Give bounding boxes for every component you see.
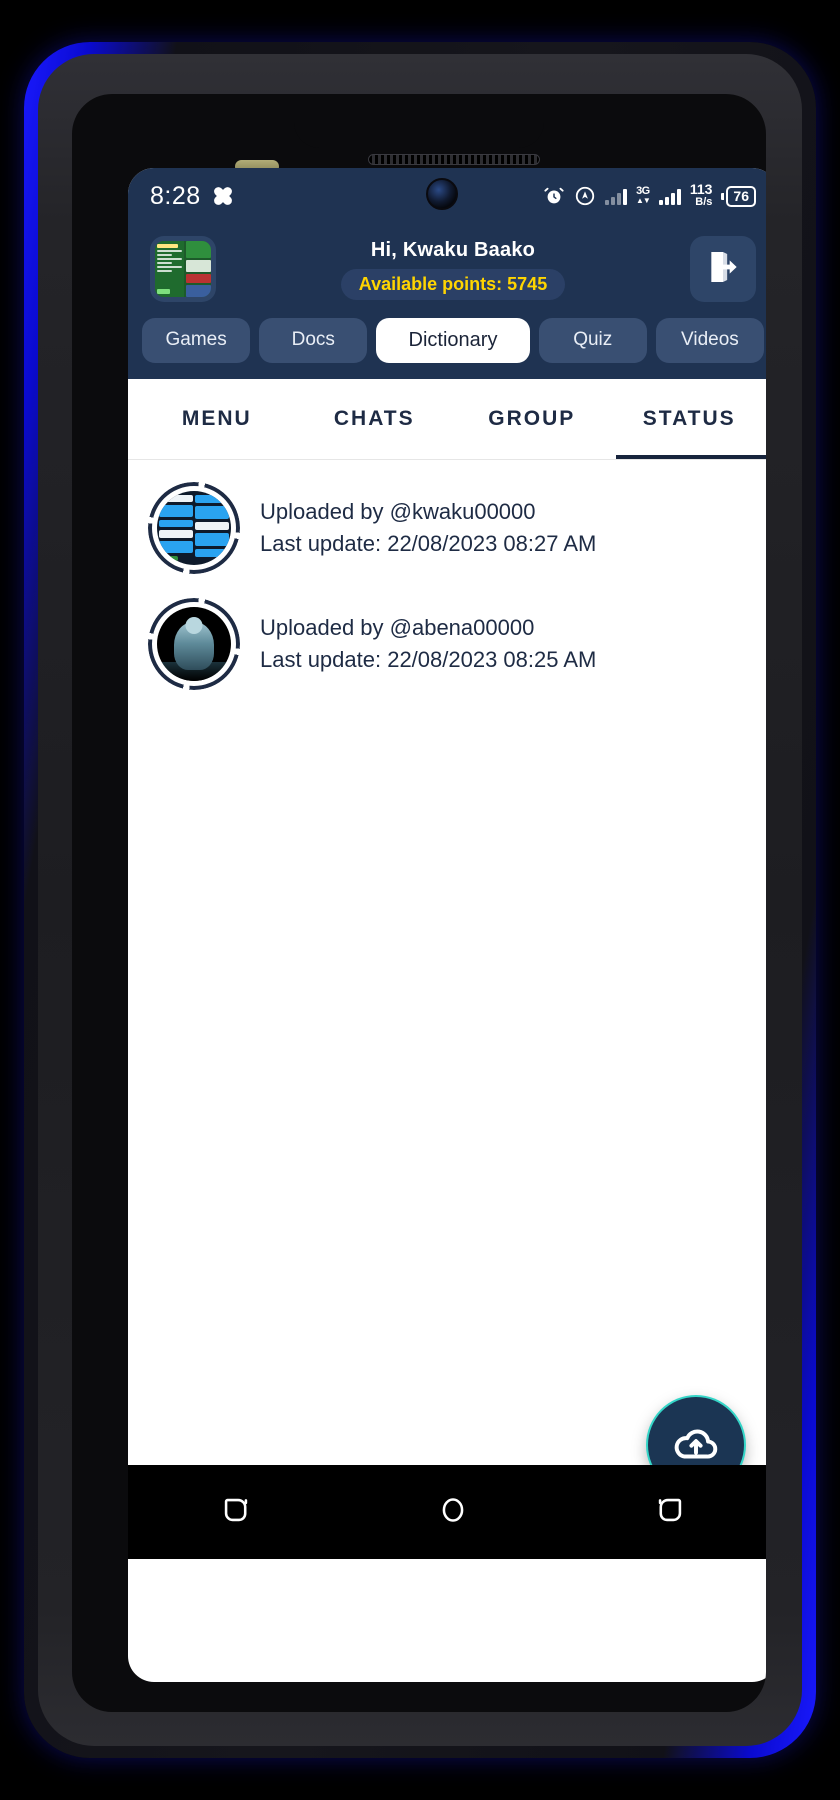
network-speed: 113 B/s <box>689 181 713 209</box>
category-chip-row: Games Docs Dictionary Quiz Videos <box>128 308 766 379</box>
home-icon <box>436 1493 470 1532</box>
tab-chats[interactable]: CHATS <box>296 407 454 431</box>
back-button[interactable] <box>642 1484 698 1540</box>
app-header: Hi, Kwaku Baako Available points: 5745 <box>128 224 766 308</box>
network-type-indicator: 3G ▲▼ <box>635 185 651 206</box>
phone-bezel: 8:28 3G ▲▼ 113 B/s 76 Hi, Kwaku Baako Av… <box>72 94 766 1712</box>
signal-bars-icon-2 <box>658 188 681 205</box>
list-item-text: Uploaded by @kwaku00000 Last update: 22/… <box>260 496 596 560</box>
battery-indicator: 76 <box>721 185 756 207</box>
bandage-icon <box>210 183 236 209</box>
greeting-text: Hi, Kwaku Baako <box>370 238 536 261</box>
list-item[interactable]: Uploaded by @kwaku00000 Last update: 22/… <box>128 470 766 586</box>
uploaded-by-label: Uploaded by @kwaku00000 <box>260 499 536 525</box>
last-update-label: Last update: 22/08/2023 08:27 AM <box>260 531 597 556</box>
signal-bars-icon <box>604 188 627 205</box>
figure-avatar <box>157 607 231 681</box>
battery-nub <box>721 192 725 200</box>
logout-button[interactable] <box>690 236 756 302</box>
phone-device-frame: 8:28 3G ▲▼ 113 B/s 76 Hi, Kwaku Baako Av… <box>24 42 816 1758</box>
uploaded-by-label: Uploaded by @abena00000 <box>260 615 535 641</box>
active-tab-underline <box>616 455 766 459</box>
location-icon <box>574 185 596 207</box>
earpiece-speaker <box>368 154 540 165</box>
battery-level: 76 <box>726 185 756 207</box>
tab-group[interactable]: GROUP <box>453 407 611 431</box>
recents-button[interactable] <box>208 1484 264 1540</box>
front-camera <box>426 178 458 210</box>
alarm-icon <box>543 185 565 207</box>
list-item-text: Uploaded by @abena00000 Last update: 22/… <box>260 612 596 676</box>
network-arrows: ▲▼ <box>635 196 651 205</box>
back-icon <box>653 1493 687 1532</box>
category-chip-videos[interactable]: Videos <box>655 318 765 363</box>
status-bar-left-icons <box>210 183 236 209</box>
content-sheet: MENU CHATS GROUP STATUS Uploaded by @kwa… <box>128 379 766 1559</box>
network-speed-value: 113 <box>689 181 713 197</box>
category-chip-games[interactable]: Games <box>142 318 251 363</box>
list-item[interactable]: Uploaded by @abena00000 Last update: 22/… <box>128 586 766 702</box>
phone-screen: 8:28 3G ▲▼ 113 B/s 76 Hi, Kwaku Baako Av… <box>128 168 766 1682</box>
avatar[interactable] <box>148 482 240 574</box>
last-update-label: Last update: 22/08/2023 08:25 AM <box>260 647 597 672</box>
avatar[interactable] <box>148 598 240 690</box>
phone-notch <box>294 94 544 148</box>
chat-screenshot-avatar <box>157 491 231 565</box>
category-chip-docs[interactable]: Docs <box>259 318 368 363</box>
app-thumbnail-icon[interactable] <box>150 236 216 302</box>
category-chip-quiz[interactable]: Quiz <box>538 318 647 363</box>
status-list: Uploaded by @kwaku00000 Last update: 22/… <box>128 460 766 702</box>
available-points-badge: Available points: 5745 <box>340 268 566 300</box>
home-button[interactable] <box>425 1484 481 1540</box>
status-bar-right-icons: 3G ▲▼ 113 B/s 76 <box>543 181 756 209</box>
tab-status[interactable]: STATUS <box>611 407 767 431</box>
tab-bar: MENU CHATS GROUP STATUS <box>128 379 766 459</box>
android-nav-bar <box>128 1465 766 1559</box>
tab-menu[interactable]: MENU <box>138 407 296 431</box>
network-type-label: 3G <box>636 185 650 197</box>
logout-icon <box>703 247 743 292</box>
recents-icon <box>219 1493 253 1532</box>
greeting-block: Hi, Kwaku Baako Available points: 5745 <box>230 239 676 300</box>
network-speed-unit: B/s <box>695 196 713 208</box>
phone-inner-frame: 8:28 3G ▲▼ 113 B/s 76 Hi, Kwaku Baako Av… <box>38 54 802 1746</box>
category-chip-dictionary[interactable]: Dictionary <box>376 318 530 363</box>
status-bar-clock: 8:28 <box>150 181 201 210</box>
